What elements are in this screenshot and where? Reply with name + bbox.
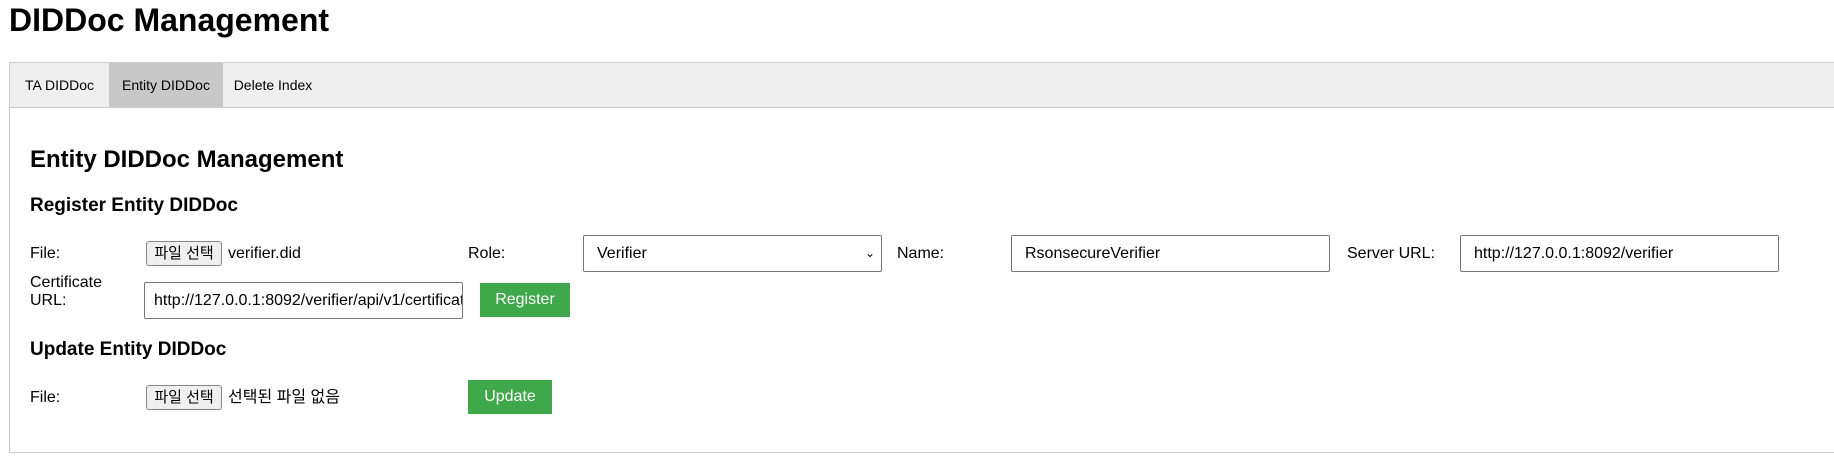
section-title: Entity DIDDoc Management xyxy=(30,146,344,173)
tab-entity-diddoc[interactable]: Entity DIDDoc xyxy=(109,63,223,107)
server-url-input[interactable]: http://127.0.0.1:8092/verifier xyxy=(1460,235,1779,272)
update-file-name: 선택된 파일 없음 xyxy=(228,389,340,406)
cert-url-label-line1: Certificate xyxy=(30,274,103,291)
role-select-value: Verifier xyxy=(597,245,647,262)
register-file-label: File: xyxy=(30,245,61,262)
update-file-label: File: xyxy=(30,389,61,406)
register-file-name: verifier.did xyxy=(228,245,301,262)
role-label: Role: xyxy=(468,245,506,262)
update-button[interactable]: Update xyxy=(468,380,552,414)
page-title: DIDDoc Management xyxy=(9,2,330,38)
tab-bar: TA DIDDoc Entity DIDDoc Delete Index xyxy=(10,63,1834,108)
server-url-label: Server URL: xyxy=(1347,245,1436,262)
register-file-button[interactable]: 파일 선택 xyxy=(146,241,222,266)
chevron-down-icon: ⌄ xyxy=(864,246,875,260)
register-button[interactable]: Register xyxy=(480,283,570,317)
cert-url-label-line2: URL: xyxy=(30,292,67,309)
role-select[interactable]: Verifier ⌄ xyxy=(583,235,882,272)
name-label: Name: xyxy=(897,245,945,262)
name-input[interactable]: RsonsecureVerifier xyxy=(1011,235,1330,272)
cert-url-input[interactable]: http://127.0.0.1:8092/verifier/api/v1/ce… xyxy=(144,282,463,319)
tab-delete-index[interactable]: Delete Index xyxy=(223,63,323,107)
tab-ta-diddoc[interactable]: TA DIDDoc xyxy=(10,63,109,107)
update-heading: Update Entity DIDDoc xyxy=(30,339,227,360)
register-heading: Register Entity DIDDoc xyxy=(30,195,238,216)
update-file-button[interactable]: 파일 선택 xyxy=(146,385,222,410)
